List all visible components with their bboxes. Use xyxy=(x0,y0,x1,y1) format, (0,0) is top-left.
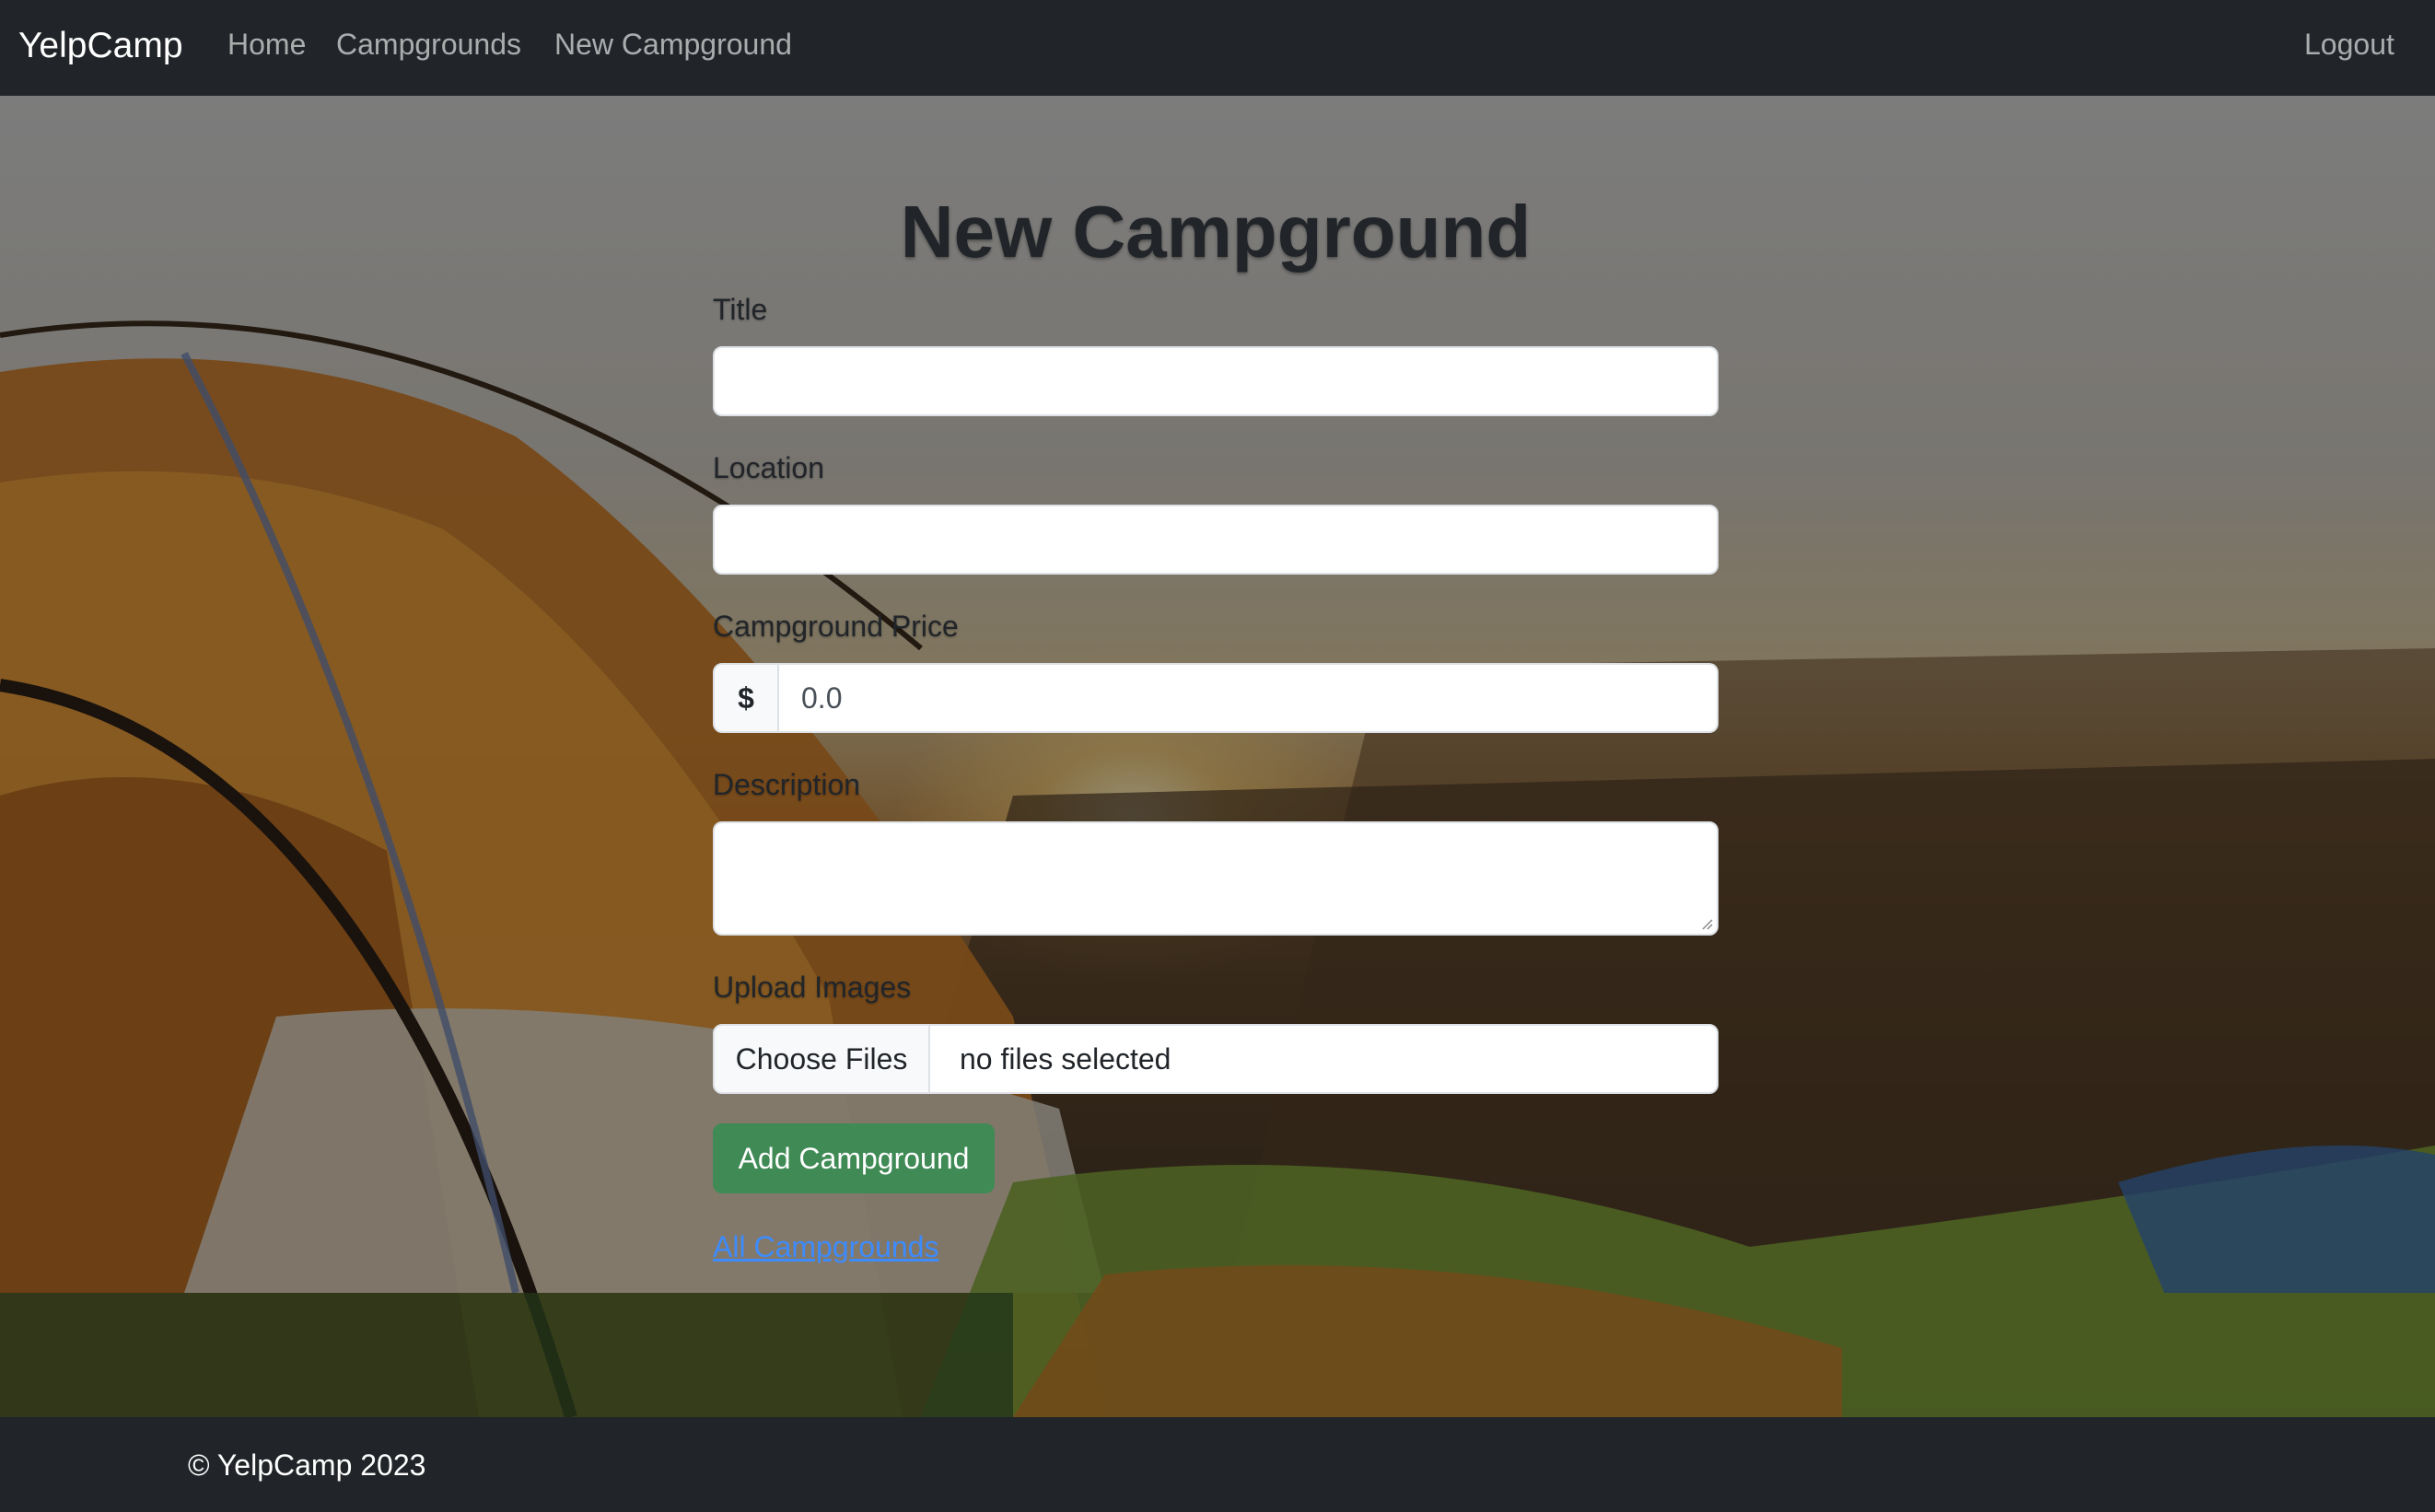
price-input-group: $ 0.0 xyxy=(713,663,1718,733)
background-overlay xyxy=(0,96,2435,1417)
all-campgrounds-link[interactable]: All Campgrounds xyxy=(713,1228,938,1265)
nav-link-home[interactable]: Home xyxy=(227,26,306,63)
title-input[interactable] xyxy=(713,346,1718,416)
description-label: Description xyxy=(713,768,861,801)
upload-images-label: Upload Images xyxy=(713,971,912,1004)
brand-logo[interactable]: YelpCamp xyxy=(18,24,183,68)
description-textarea[interactable] xyxy=(713,821,1718,936)
price-input[interactable]: 0.0 xyxy=(779,663,1718,733)
file-upload-input[interactable]: Choose Files no files selected xyxy=(713,1024,1718,1094)
file-status-text: no files selected xyxy=(960,1041,1171,1076)
title-label: Title xyxy=(713,293,768,326)
background-photo xyxy=(0,96,2435,1417)
add-campground-button[interactable]: Add Campground xyxy=(713,1123,995,1193)
price-label: Campground Price xyxy=(713,610,959,643)
navbar: YelpCamp Home Campgrounds New Campground… xyxy=(0,0,2435,96)
footer: © YelpCamp 2023 xyxy=(0,1417,2435,1512)
nav-link-new-campground[interactable]: New Campground xyxy=(554,26,792,63)
nav-link-campgrounds[interactable]: Campgrounds xyxy=(336,26,521,63)
page-title: New Campground xyxy=(900,191,1532,273)
currency-addon: $ xyxy=(713,663,779,733)
location-input[interactable] xyxy=(713,505,1718,575)
location-label: Location xyxy=(713,451,824,484)
choose-files-button[interactable]: Choose Files xyxy=(715,1026,930,1092)
resize-handle-icon[interactable] xyxy=(1698,915,1713,930)
footer-copyright: © YelpCamp 2023 xyxy=(188,1448,426,1482)
nav-link-logout[interactable]: Logout xyxy=(2304,26,2394,63)
